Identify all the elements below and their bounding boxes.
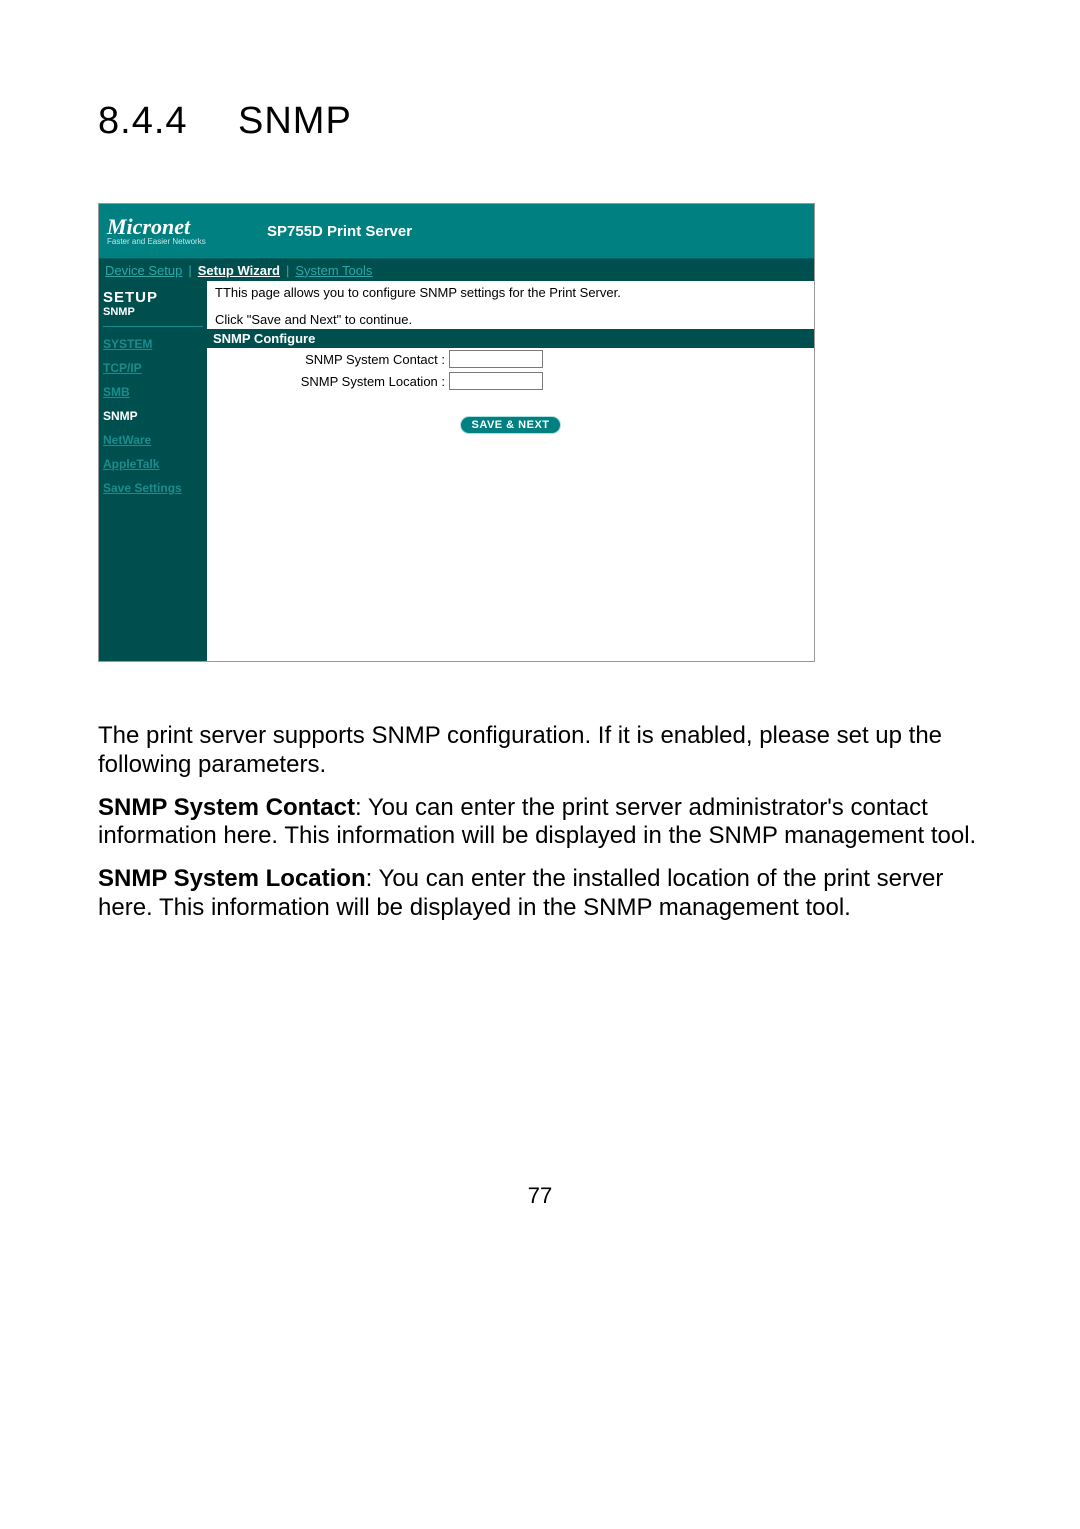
- sidebar-item-system[interactable]: SYSTEM: [103, 337, 203, 351]
- sidebar-item-snmp[interactable]: SNMP: [103, 409, 203, 423]
- sidebar-item-smb[interactable]: SMB: [103, 385, 203, 399]
- nav-separator: |: [188, 263, 191, 278]
- label-system-contact: SNMP System Contact :: [215, 352, 449, 367]
- brand-logo: Micronet Faster and Easier Networks: [99, 216, 237, 246]
- term-snmp-location: SNMP System Location: [98, 865, 366, 892]
- sidebar-item-netware[interactable]: NetWare: [103, 433, 203, 447]
- section-heading: 8.4.4SNMP: [98, 100, 982, 143]
- nav-system-tools[interactable]: System Tools: [295, 263, 372, 278]
- top-nav: Device Setup | Setup Wizard | System Too…: [99, 259, 814, 281]
- intro-line-1: TThis page allows you to configure SNMP …: [207, 281, 814, 302]
- sidebar-item-tcpip[interactable]: TCP/IP: [103, 361, 203, 375]
- page-title: SP755D Print Server: [267, 223, 412, 240]
- row-system-contact: SNMP System Contact :: [207, 348, 814, 370]
- section-number: 8.4.4: [98, 100, 238, 143]
- nav-device-setup[interactable]: Device Setup: [105, 263, 182, 278]
- button-row: SAVE & NEXT: [207, 392, 814, 434]
- term-snmp-contact: SNMP System Contact: [98, 794, 355, 821]
- label-system-location: SNMP System Location :: [215, 374, 449, 389]
- input-system-contact[interactable]: [449, 350, 543, 368]
- nav-separator: |: [286, 263, 289, 278]
- intro-line-2: Click "Save and Next" to continue.: [207, 302, 814, 329]
- nav-setup-wizard[interactable]: Setup Wizard: [198, 263, 280, 278]
- config-section-title: SNMP Configure: [207, 329, 814, 348]
- sidebar-subtitle: SNMP: [103, 306, 203, 318]
- sidebar-divider: [103, 326, 203, 327]
- brand-name: Micronet: [107, 216, 237, 238]
- paragraph-intro: The print server supports SNMP configura…: [98, 722, 982, 780]
- sidebar-title: SETUP: [103, 289, 203, 306]
- row-system-location: SNMP System Location :: [207, 370, 814, 392]
- page-number: 77: [98, 1183, 982, 1209]
- sidebar-item-save[interactable]: Save Settings: [103, 481, 203, 495]
- body-text: The print server supports SNMP configura…: [98, 722, 982, 923]
- input-system-location[interactable]: [449, 372, 543, 390]
- save-next-button[interactable]: SAVE & NEXT: [460, 416, 560, 434]
- section-title: SNMP: [238, 100, 352, 142]
- brand-tagline: Faster and Easier Networks: [107, 238, 237, 246]
- content-area: TThis page allows you to configure SNMP …: [207, 281, 814, 661]
- app-header: Micronet Faster and Easier Networks SP75…: [99, 204, 814, 259]
- paragraph-contact: SNMP System Contact: You can enter the p…: [98, 794, 982, 852]
- sidebar: SETUP SNMP SYSTEM TCP/IP SMB SNMP NetWar…: [99, 281, 207, 661]
- paragraph-location: SNMP System Location: You can enter the …: [98, 865, 982, 923]
- admin-screenshot: Micronet Faster and Easier Networks SP75…: [98, 203, 815, 662]
- sidebar-item-appletalk[interactable]: AppleTalk: [103, 457, 203, 471]
